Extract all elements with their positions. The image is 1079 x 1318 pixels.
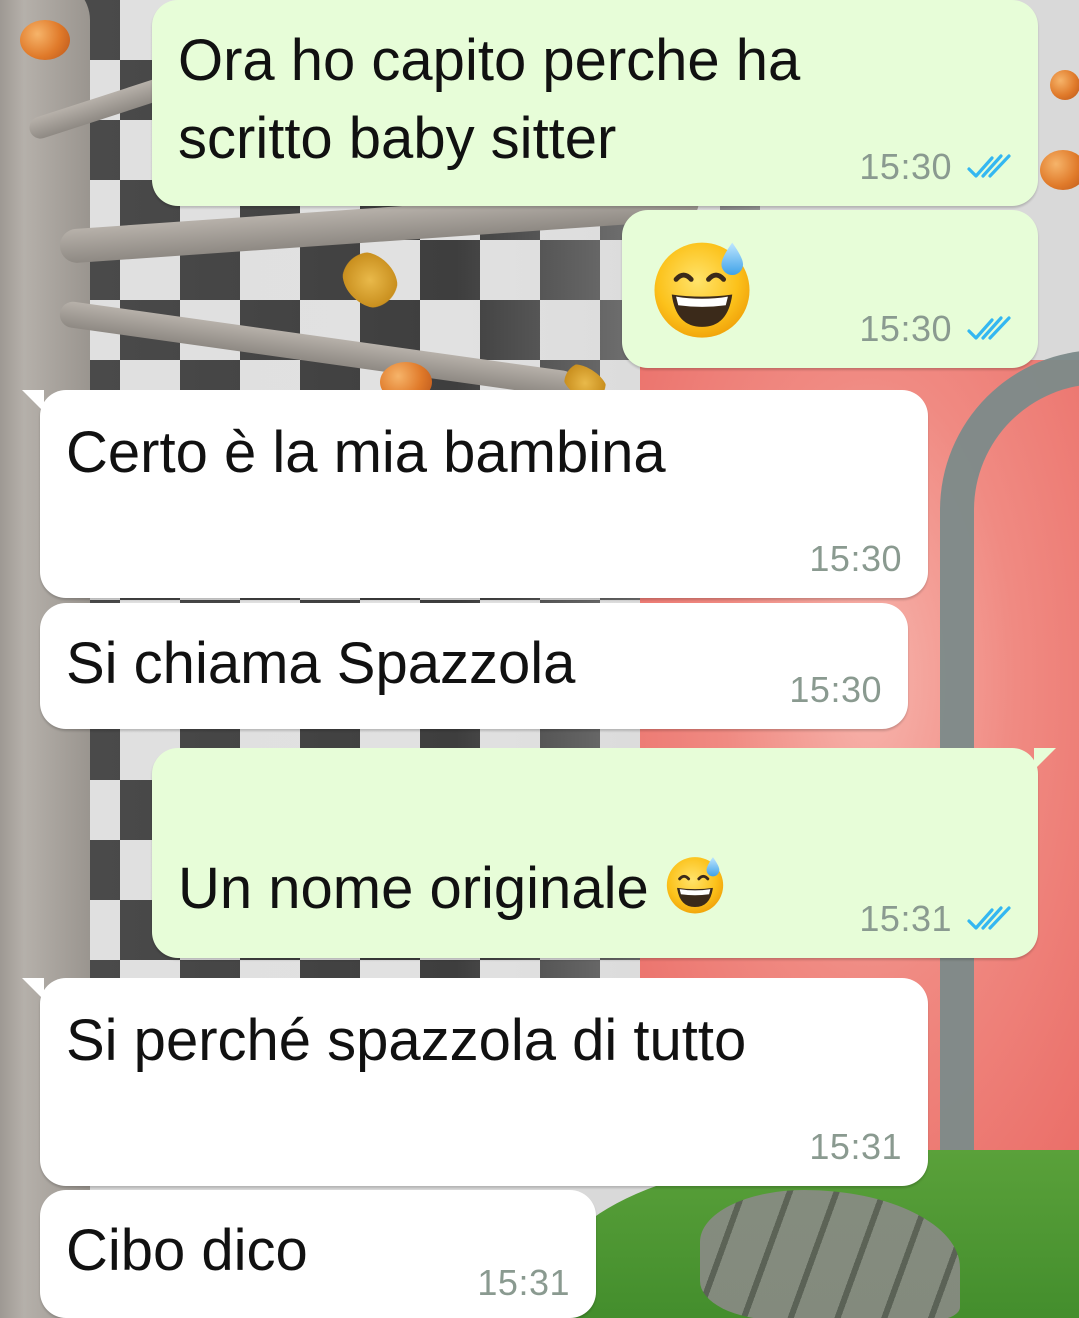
message-time: 15:30 [789, 669, 882, 710]
message-text: Ora ho capito perche ha scritto baby sit… [178, 28, 801, 171]
message-text-content: Un nome originale [178, 856, 649, 921]
message-text: Certo è la mia bambina [66, 420, 666, 485]
message-meta: 15:30 [859, 308, 1012, 350]
bubble-tail [1034, 748, 1056, 770]
read-double-tick-icon [966, 154, 1012, 180]
chat-message-list[interactable]: Ora ho capito perche ha scritto baby sit… [0, 0, 1079, 1318]
grinning-face-with-sweat-icon [648, 234, 756, 342]
message-bubble-outgoing[interactable]: Un nome originale 15:31 [152, 748, 1056, 958]
message-bubble-incoming[interactable]: Si perché spazzola di tutto 15:31 [22, 978, 928, 1186]
grinning-face-with-sweat-icon [663, 852, 727, 916]
message-bubble-outgoing[interactable]: Ora ho capito perche ha scritto baby sit… [152, 0, 1038, 206]
message-text: Un nome originale [178, 772, 727, 928]
message-meta: 15:30 [789, 669, 882, 711]
message-time: 15:31 [477, 1262, 570, 1303]
message-text: Si perché spazzola di tutto [66, 1008, 747, 1073]
message-time: 15:31 [859, 898, 952, 939]
message-time: 15:30 [809, 538, 902, 579]
message-meta: 15:31 [859, 898, 1012, 940]
message-meta: 15:31 [809, 1126, 902, 1168]
message-time: 15:31 [809, 1126, 902, 1167]
message-time: 15:30 [859, 308, 952, 349]
read-double-tick-icon [966, 316, 1012, 342]
message-bubble-outgoing[interactable]: 15:30 [622, 210, 1038, 368]
message-text: Si chiama Spazzola [66, 631, 576, 696]
read-double-tick-icon [966, 906, 1012, 932]
message-meta: 15:31 [477, 1262, 570, 1304]
bubble-tail [22, 978, 44, 1000]
message-text: Cibo dico [66, 1218, 308, 1283]
message-time: 15:30 [859, 146, 952, 187]
message-bubble-incoming[interactable]: Cibo dico 15:31 [40, 1190, 596, 1318]
message-meta: 15:30 [809, 538, 902, 580]
message-bubble-incoming[interactable]: Si chiama Spazzola 15:30 [40, 603, 908, 729]
message-meta: 15:30 [859, 146, 1012, 188]
bubble-tail [22, 390, 44, 412]
message-bubble-incoming[interactable]: Certo è la mia bambina 15:30 [22, 390, 928, 598]
